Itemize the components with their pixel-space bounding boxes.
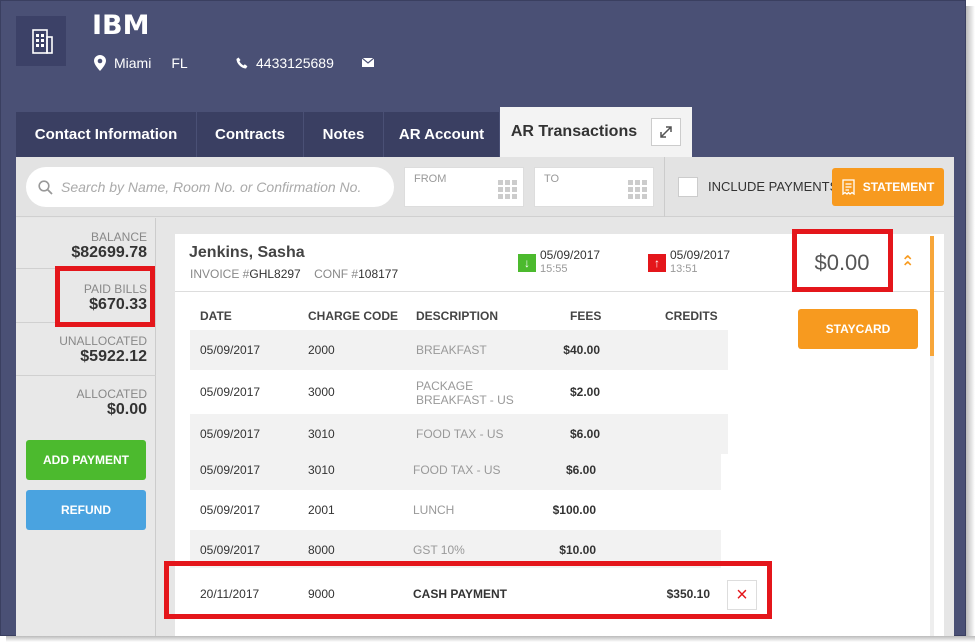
balance-stat: BALANCE $82699.78 (71, 230, 147, 261)
guest-name[interactable]: Jenkins, Sasha (189, 244, 305, 262)
receipt-icon (842, 179, 855, 195)
state: FL (171, 55, 188, 71)
highlight-paid-bills (55, 266, 155, 327)
highlight-payment-row (164, 561, 772, 619)
location-pin-icon (94, 55, 106, 71)
table-row[interactable]: 05/09/2017 2000 BREAKFAST $40.00 (190, 330, 728, 370)
add-payment-button[interactable]: ADD PAYMENT (26, 440, 146, 480)
invoice-info: INVOICE #GHL8297 CONF #108177 (190, 267, 399, 281)
company-name: IBM (92, 10, 150, 41)
include-payments-label: INCLUDE PAYMENTS (708, 179, 839, 194)
tab-ar-transactions[interactable]: AR Transactions (500, 107, 693, 157)
col-charge-code: CHARGE CODE (308, 309, 399, 323)
to-date-field[interactable]: TO (534, 167, 654, 207)
tab-notes[interactable]: Notes (304, 112, 384, 157)
email-icon[interactable] (362, 58, 374, 67)
tab-contact-information[interactable]: Contact Information (16, 112, 197, 157)
collapse-chevron-icon[interactable]: ⌃ ⌃ (901, 252, 914, 292)
phone-icon (236, 57, 248, 69)
filter-toolbar: Search by Name, Room No. or Confirmation… (16, 157, 954, 217)
staycard-button[interactable]: STAYCARD (798, 309, 918, 349)
to-label: TO (544, 173, 560, 185)
col-credits: CREDITS (665, 309, 718, 323)
calendar-icon[interactable] (498, 180, 517, 199)
from-date-field[interactable]: FROM (404, 167, 524, 207)
search-input[interactable]: Search by Name, Room No. or Confirmation… (26, 167, 394, 207)
tab-contracts[interactable]: Contracts (197, 112, 304, 157)
phone: 4433125689 (236, 55, 334, 71)
window-shadow-right (966, 6, 975, 642)
from-label: FROM (414, 173, 447, 185)
divider (664, 157, 665, 217)
phone-number[interactable]: 4433125689 (256, 55, 334, 71)
col-description: DESCRIPTION (416, 309, 499, 323)
highlight-amount (792, 229, 893, 292)
statement-button[interactable]: STATEMENT (832, 168, 944, 206)
search-icon (38, 179, 53, 195)
tab-bar: Contact Information Contracts Notes AR A… (16, 107, 693, 157)
table-row[interactable]: 05/09/2017 3010 FOOD TAX - US $6.00 (190, 414, 728, 454)
scrollbar-thumb[interactable] (930, 236, 934, 356)
arrival-arrow-icon: ↓ (518, 254, 536, 272)
table-row[interactable]: 05/09/2017 2001 LUNCH $100.00 (190, 490, 721, 530)
allocated-stat: ALLOCATED $0.00 (76, 387, 147, 418)
location: Miami FL (94, 55, 188, 71)
city: Miami (114, 55, 152, 71)
departure-datetime: 05/09/2017 13:51 (670, 248, 731, 275)
building-icon (16, 16, 66, 66)
table-row[interactable]: 05/09/2017 3000 PACKAGE BREAKFAST - US $… (190, 370, 728, 414)
departure-arrow-icon: ↑ (648, 254, 666, 272)
col-fees: FEES (570, 309, 602, 323)
calendar-icon[interactable] (628, 180, 647, 199)
search-placeholder: Search by Name, Room No. or Confirmation… (61, 179, 362, 195)
invoice-number: GHL8297 (249, 267, 301, 281)
table-row[interactable]: 05/09/2017 3010 FOOD TAX - US $6.00 (190, 450, 721, 490)
window-shadow-bottom (6, 636, 975, 642)
conf-number: 108177 (358, 267, 399, 281)
include-payments-checkbox[interactable] (678, 177, 698, 197)
tab-ar-account[interactable]: AR Account (384, 112, 500, 157)
expand-icon[interactable] (651, 118, 682, 146)
refund-button[interactable]: REFUND (26, 490, 146, 530)
arrival-datetime: 05/09/2017 15:55 (540, 248, 601, 275)
col-date: DATE (200, 309, 232, 323)
unallocated-stat: UNALLOCATED $5922.12 (59, 334, 147, 365)
